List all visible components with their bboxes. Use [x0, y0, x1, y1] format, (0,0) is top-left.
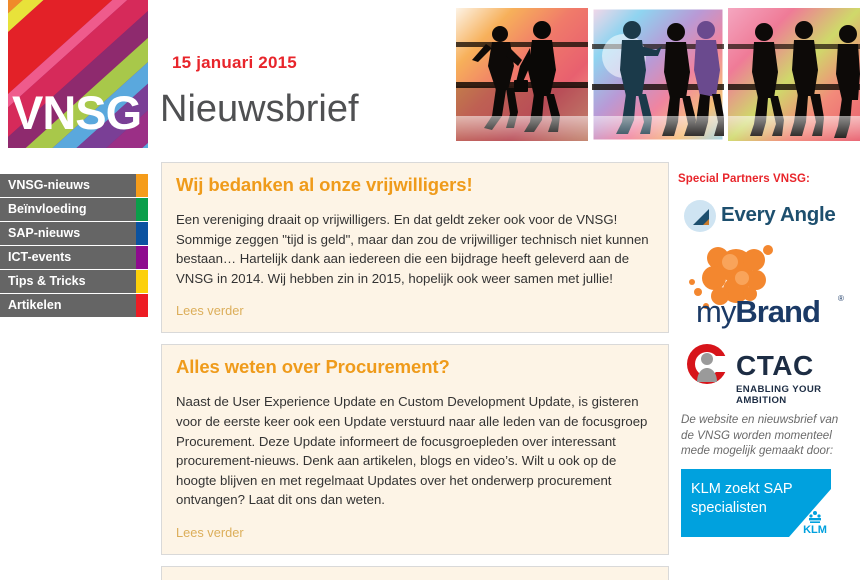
sidebar-item-beinvloeding[interactable]: Beïnvloeding	[0, 198, 148, 221]
partner-logo-every-angle[interactable]: Every Angle	[683, 196, 858, 238]
page-header: VNSG 15 januari 2015 Nieuwsbrief	[0, 0, 865, 148]
klm-logo-text: KLM	[803, 524, 827, 536]
sidebar-accent-yellow	[136, 270, 148, 293]
business-silhouettes-icon	[452, 4, 861, 145]
page-content: VNSG-nieuws Beïnvloeding SAP-nieuws ICT-…	[0, 162, 865, 580]
partners-sidebar: Special Partners VNSG: Every Angle myBra…	[678, 162, 858, 537]
newsletter-date: 15 januari 2015	[172, 53, 297, 72]
klm-crown-icon: KLM	[789, 488, 831, 537]
sidebar-item-ict-events[interactable]: ICT-events	[0, 246, 148, 269]
sidebar-item-label: VNSG-nieuws	[8, 178, 90, 192]
article-list: Wij bedanken al onze vrijwilligers! Een …	[161, 162, 669, 580]
mybrand-my: my	[696, 294, 736, 329]
sidebar-item-tips-tricks[interactable]: Tips & Tricks	[0, 270, 148, 293]
article-body: Een vereniging draait op vrijwilligers. …	[176, 212, 649, 286]
partner-name-every-angle: Every Angle	[721, 203, 836, 226]
sidebar-accent-purple	[136, 246, 148, 269]
every-angle-logo-icon	[684, 200, 716, 232]
read-more-link[interactable]: Lees verder	[176, 303, 244, 318]
vnsg-logo[interactable]: VNSG	[8, 0, 148, 148]
registered-mark: ®	[838, 294, 844, 303]
sidebar-accent-orange	[136, 174, 148, 197]
partner-logo-mybrand[interactable]: myBrand ®	[678, 244, 858, 336]
newsletter-page: VNSG 15 januari 2015 Nieuwsbrief VNSG-ni…	[0, 0, 865, 580]
read-more-link[interactable]: Lees verder	[176, 525, 244, 540]
sidebar-accent-red	[136, 294, 148, 317]
vnsg-logo-wordmark: VNSG	[12, 86, 142, 139]
article-title: Alles weten over Procurement?	[176, 356, 450, 378]
partner-name-mybrand: myBrand	[696, 294, 821, 330]
ctac-tagline: ENABLING YOUR AMBITION	[736, 384, 822, 406]
klm-ad-line2: specialisten	[691, 499, 767, 516]
article-card: Welke SRM-verbeteringen zijn klaar voor	[161, 565, 669, 580]
klm-ad-banner[interactable]: KLM zoekt SAP specialisten KLM	[681, 468, 831, 537]
partner-logo-ctac[interactable]: CTAC ENABLING YOUR AMBITION	[684, 342, 858, 406]
partner-name-ctac: CTAC	[736, 350, 814, 381]
category-sidebar: VNSG-nieuws Beïnvloeding SAP-nieuws ICT-…	[0, 174, 150, 318]
partners-note: De website en nieuwsbrief van de VNSG wo…	[681, 413, 839, 458]
sidebar-item-sap-nieuws[interactable]: SAP-nieuws	[0, 222, 148, 245]
page-title: Nieuwsbrief	[160, 88, 359, 130]
ctac-person-logo-icon	[687, 344, 730, 384]
sidebar-item-label: SAP-nieuws	[8, 226, 81, 240]
article-card: Alles weten over Procurement? Naast de U…	[161, 344, 669, 555]
sidebar-item-artikelen[interactable]: Artikelen	[0, 294, 148, 317]
sidebar-accent-blue	[136, 222, 148, 245]
article-card: Wij bedanken al onze vrijwilligers! Een …	[161, 162, 669, 334]
sidebar-item-label: Artikelen	[8, 298, 62, 312]
sidebar-item-label: ICT-events	[8, 250, 72, 264]
partners-heading: Special Partners VNSG:	[678, 173, 810, 185]
sidebar-item-label: Tips & Tricks	[8, 274, 86, 288]
klm-logo-corner: KLM	[771, 488, 831, 537]
sidebar-item-label: Beïnvloeding	[8, 202, 87, 216]
mybrand-brand: Brand	[735, 294, 821, 329]
article-body: Naast de User Experience Update en Custo…	[176, 394, 648, 508]
header-banner-image	[452, 4, 861, 145]
sidebar-accent-green	[136, 198, 148, 221]
article-title: Wij bedanken al onze vrijwilligers!	[176, 174, 473, 195]
sidebar-item-vnsg-nieuws[interactable]: VNSG-nieuws	[0, 174, 148, 197]
